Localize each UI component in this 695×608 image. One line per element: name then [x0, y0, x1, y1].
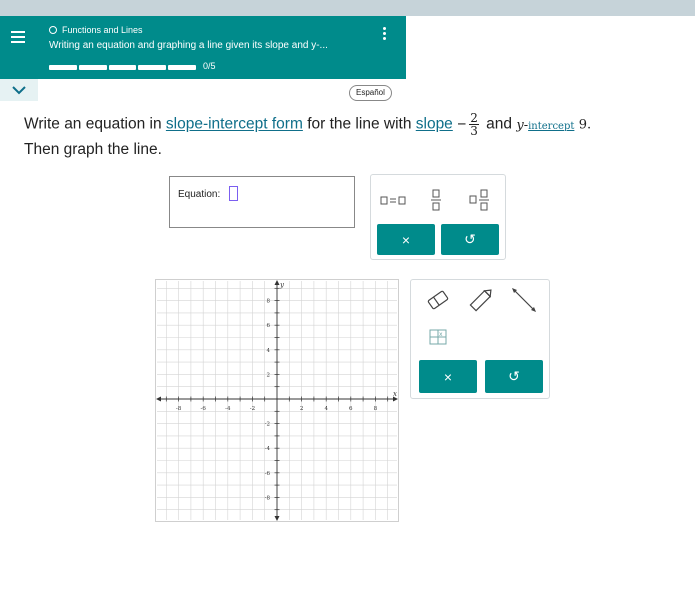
y-tick-label: -8 — [265, 495, 271, 501]
lesson-title: Writing an equation and graphing a line … — [49, 40, 328, 51]
problem-text: Write an equation in — [24, 115, 162, 133]
progress-segment — [168, 65, 196, 70]
x-tick-label: 8 — [374, 406, 378, 412]
graph-undo-button[interactable]: ↺ — [485, 360, 543, 393]
collapse-toggle[interactable] — [0, 79, 38, 101]
top-strip — [0, 0, 695, 16]
menu-icon[interactable] — [9, 28, 29, 48]
x-tick-label: 6 — [349, 406, 353, 412]
y-tick-label: -4 — [265, 446, 271, 452]
graph-clear-button[interactable]: × — [419, 360, 477, 393]
y-tick-label: 4 — [267, 348, 271, 354]
topic-row: Functions and Lines — [49, 25, 143, 35]
clear-button[interactable]: × — [377, 224, 435, 255]
slope-intercept-form-link[interactable]: slope-intercept form — [166, 116, 303, 133]
progress-bar — [49, 65, 196, 70]
y-intercept-term: y-intercept — [516, 117, 575, 133]
intercept-value: 9. — [578, 117, 592, 133]
eraser-tool[interactable] — [419, 283, 457, 317]
y-tick-label: 6 — [267, 323, 271, 329]
coordinate-graph[interactable]: -8 -6 -4 -2 2 4 6 88642-2-4-6-8 x y — [155, 279, 399, 522]
undo-button[interactable]: ↺ — [441, 224, 499, 255]
chevron-down-icon — [12, 86, 26, 95]
header-bar: Functions and Lines Writing an equation … — [0, 16, 406, 79]
slope-sign: − — [457, 115, 467, 133]
problem-statement: Write an equation in slope-intercept for… — [24, 112, 591, 137]
problem-text: and — [486, 115, 513, 133]
pencil-tool[interactable] — [462, 283, 500, 317]
progress-segment — [138, 65, 167, 70]
y-tick-label: -6 — [265, 471, 271, 477]
table-icon: x — [429, 329, 447, 345]
y-tick-label: -2 — [265, 422, 270, 428]
slope-denominator: 3 — [470, 124, 478, 138]
pencil-icon — [469, 289, 492, 312]
progress-segment — [108, 65, 137, 70]
espanol-button[interactable]: Español — [349, 85, 392, 101]
topic-label: Functions and Lines — [62, 25, 143, 35]
table-tool[interactable]: x — [419, 320, 457, 354]
x-tick-label: -8 — [176, 406, 182, 412]
eraser-icon — [427, 290, 449, 310]
mixed-number-template-icon[interactable] — [467, 187, 495, 213]
line-tool[interactable] — [505, 283, 543, 317]
x-tick-label: 4 — [324, 406, 328, 412]
progress-count: 0/5 — [203, 61, 216, 71]
slope-fraction: 23 — [469, 112, 479, 137]
x-tick-label: -2 — [250, 406, 255, 412]
equals-template-icon[interactable] — [377, 191, 411, 211]
line-segment-icon — [512, 288, 536, 312]
progress-segment — [78, 65, 107, 70]
equation-label: Equation: — [178, 189, 221, 200]
y-tick-label: 2 — [267, 372, 271, 378]
problem-text: for the line with — [307, 115, 412, 133]
svg-text:x: x — [439, 331, 443, 338]
intercept-link[interactable]: intercept — [528, 121, 574, 132]
equation-panel: Equation: — [169, 176, 355, 228]
topic-circle-icon — [49, 26, 57, 34]
x-tick-label: 2 — [300, 406, 304, 412]
graph-toolbar: x × ↺ — [410, 279, 550, 399]
y-tick-label: 8 — [267, 299, 271, 305]
slope-link[interactable]: slope — [416, 116, 453, 133]
more-options-icon[interactable] — [377, 25, 391, 43]
x-axis-label: x — [393, 390, 397, 398]
y-variable: y — [516, 117, 524, 133]
progress-segment — [49, 65, 77, 70]
slope-value: −2 3 — [457, 112, 482, 137]
equation-toolbar: × ↺ — [370, 174, 506, 260]
x-tick-label: -4 — [225, 406, 231, 412]
problem-instruction: Then graph the line. — [24, 141, 162, 158]
x-tick-label: -6 — [201, 406, 207, 412]
fraction-template-icon[interactable] — [427, 187, 447, 213]
equation-input[interactable] — [229, 186, 238, 201]
